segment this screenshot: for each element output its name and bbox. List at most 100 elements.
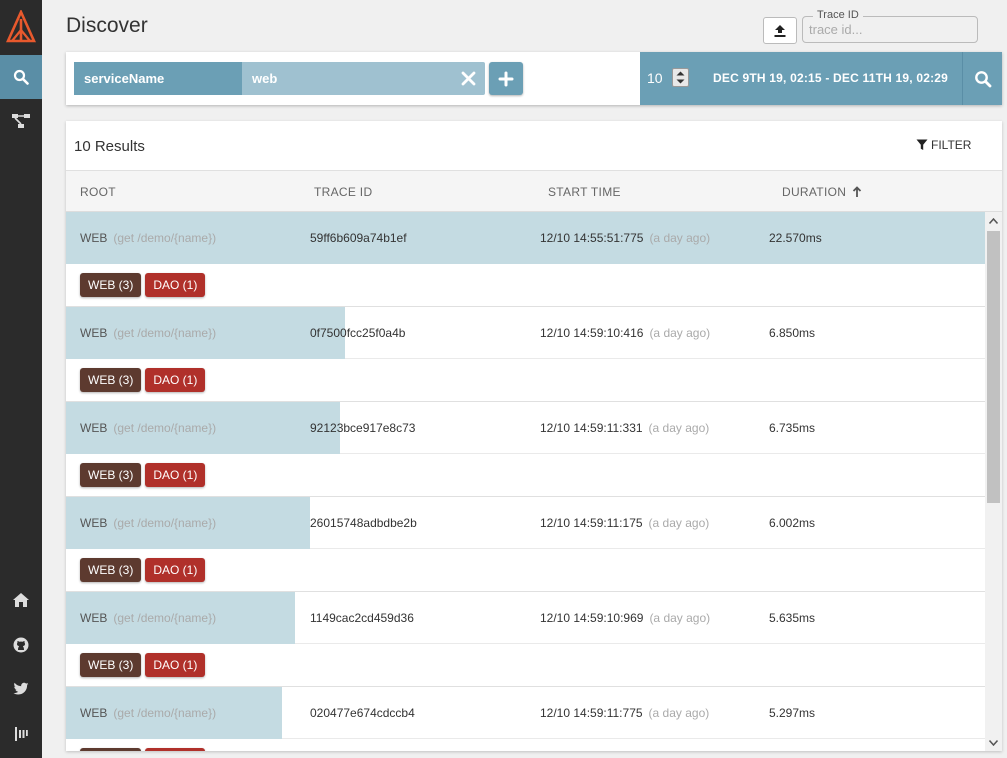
service-badge[interactable]: WEB (3) [80,368,142,392]
column-root[interactable]: ROOT [80,185,116,199]
chevron-down-icon[interactable] [676,79,685,84]
trace-list: WEB (get /demo/{name}) 59ff6b609a74b1ef 12/… [66,212,985,751]
trace-start-time: 12/10 14:59:11:775 (a day ago) [540,706,709,720]
trace-row-main[interactable]: WEB (get /demo/{name}) 92123bce917e8c73 12/… [66,402,985,454]
criterion-value[interactable]: web [252,62,277,95]
trace-root-service: WEB [80,421,108,435]
filter-label: FILTER [931,138,972,152]
close-icon[interactable] [460,70,477,87]
sidebar-item-home[interactable] [0,578,42,622]
trace-root: WEB (get /demo/{name}) [80,611,216,625]
gitter-icon [15,727,28,741]
trace-row-main[interactable]: WEB (get /demo/{name}) 020477e674cdccb4 12/… [66,687,985,739]
trace-duration: 22.570ms [769,231,822,245]
column-duration[interactable]: DURATION [782,185,862,199]
trace-root-service: WEB [80,326,108,340]
trace-root-service: WEB [80,611,108,625]
trace-start-relative: (a day ago) [648,421,710,435]
scroll-down-button[interactable] [985,734,1002,751]
filter-button[interactable]: FILTER [916,138,971,152]
trace-start-relative: (a day ago) [649,611,711,625]
trace-start-relative: (a day ago) [648,706,710,720]
trace-root: WEB (get /demo/{name}) [80,421,216,435]
service-badges: WEB (3)DAO (1) [80,463,206,487]
zipkin-logo-icon[interactable] [0,2,42,52]
search-button[interactable] [962,52,1002,105]
service-badge[interactable]: WEB (3) [80,558,142,582]
sidebar-item-twitter[interactable] [0,667,42,711]
trace-row-main[interactable]: WEB (get /demo/{name}) 26015748adbdbe2b 12/… [66,497,985,549]
dependencies-icon [12,114,30,128]
trace-root: WEB (get /demo/{name}) [80,706,216,720]
trace-start-timestamp: 12/10 14:59:11:331 [540,421,643,435]
table-row: WEB (get /demo/{name}) 59ff6b609a74b1ef 12/… [66,212,985,307]
limit-value[interactable]: 10 [647,70,663,86]
service-badge[interactable]: DAO (1) [145,653,206,677]
search-icon [974,70,991,87]
sidebar-item-dependencies[interactable] [0,99,42,143]
chevron-up-icon[interactable] [676,71,685,76]
search-icon [13,69,29,85]
criterion-key[interactable]: serviceName [74,62,242,95]
sidebar [0,0,42,758]
service-badges: WEB (3)DAO (1) [80,558,206,582]
trace-row-main[interactable]: WEB (get /demo/{name}) 0f7500fcc25f0a4b 12/… [66,307,985,359]
service-badges: WEB (3)DAO (1) [80,748,206,751]
trace-id: 020477e674cdccb4 [310,706,415,720]
scrollbar[interactable] [985,212,1002,751]
date-range-picker[interactable]: DEC 9TH 19, 02:15 - DEC 11TH 19, 02:29 [713,71,948,85]
trace-duration: 6.850ms [769,326,816,340]
service-badge[interactable]: WEB (3) [80,463,142,487]
trace-root-path: (get /demo/{name}) [113,516,217,530]
trace-row-main[interactable]: WEB (get /demo/{name}) 59ff6b609a74b1ef 12/… [66,212,985,264]
trace-root-service: WEB [80,516,108,530]
service-badge[interactable]: DAO (1) [145,368,206,392]
service-badge[interactable]: DAO (1) [145,273,206,297]
trace-start-relative: (a day ago) [648,516,710,530]
home-icon [13,593,29,607]
trace-row-main[interactable]: WEB (get /demo/{name}) 1149cac2cd459d36 12/… [66,592,985,644]
trace-id: 92123bce917e8c73 [310,421,416,435]
trace-duration: 6.002ms [769,516,816,530]
service-badge[interactable]: WEB (3) [80,748,142,751]
search-bar: serviceName web 10 DEC 9TH 19, 02:15 - D… [66,52,1002,105]
trace-root-service: WEB [80,706,108,720]
column-start-time[interactable]: START TIME [548,185,621,199]
trace-root-path: (get /demo/{name}) [113,326,217,340]
table-row: WEB (get /demo/{name}) 020477e674cdccb4 12/… [66,687,985,751]
add-criterion-button[interactable] [489,62,523,95]
chevron-down-icon [989,739,998,746]
trace-root: WEB (get /demo/{name}) [80,231,216,245]
search-options: 10 DEC 9TH 19, 02:15 - DEC 11TH 19, 02:2… [640,52,1002,105]
trace-root: WEB (get /demo/{name}) [80,326,216,340]
trace-id: 59ff6b609a74b1ef [310,231,407,245]
sidebar-item-gitter[interactable] [0,712,42,756]
service-badge[interactable]: WEB (3) [80,653,142,677]
column-trace-id[interactable]: TRACE ID [314,185,372,199]
trace-start-time: 12/10 14:59:10:969 (a day ago) [540,611,710,625]
upload-json-button[interactable] [763,17,797,44]
scroll-up-button[interactable] [985,212,1002,229]
table-row: WEB (get /demo/{name}) 26015748adbdbe2b 12/… [66,497,985,592]
service-badge[interactable]: DAO (1) [145,748,206,751]
trace-start-time: 12/10 14:59:11:331 (a day ago) [540,421,709,435]
table-row: WEB (get /demo/{name}) 0f7500fcc25f0a4b 12/… [66,307,985,402]
scroll-thumb[interactable] [987,231,1000,503]
sidebar-item-discover[interactable] [0,55,42,99]
filter-icon [916,139,928,150]
service-badge[interactable]: DAO (1) [145,463,206,487]
sidebar-item-github[interactable] [0,623,42,667]
trace-start-timestamp: 12/10 14:55:51:775 [540,231,644,245]
trace-duration: 5.635ms [769,611,816,625]
service-badge[interactable]: WEB (3) [80,273,142,297]
sort-ascending-icon [853,186,862,197]
trace-root: WEB (get /demo/{name}) [80,516,216,530]
trace-id: 1149cac2cd459d36 [310,611,414,625]
trace-root-service: WEB [80,231,108,245]
plus-icon [498,71,514,86]
column-duration-label: DURATION [782,185,847,199]
limit-stepper[interactable] [672,68,689,87]
search-criterion[interactable]: serviceName web [74,62,485,95]
service-badge[interactable]: DAO (1) [145,558,206,582]
trace-start-timestamp: 12/10 14:59:11:775 [540,706,643,720]
